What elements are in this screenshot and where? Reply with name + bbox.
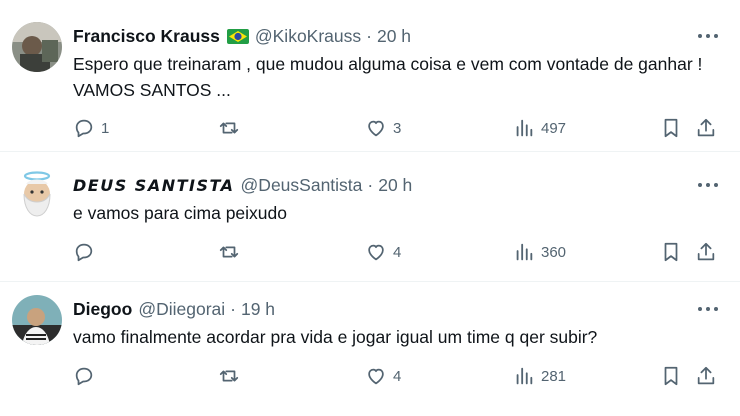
like-count: 4 — [393, 243, 402, 261]
like-button[interactable]: 4 — [365, 365, 401, 387]
like-count: 3 — [393, 119, 402, 137]
tweet-actions: 4 281 — [73, 365, 728, 389]
separator: · — [366, 26, 372, 46]
avatar[interactable] — [12, 170, 62, 220]
heart-icon — [368, 368, 384, 385]
share-icon — [697, 366, 715, 385]
tweet-header: DEUS SANTISTA @DeusSantista · 20 h — [73, 175, 412, 196]
like-button[interactable]: 4 — [365, 241, 401, 263]
separator: · — [367, 175, 374, 195]
tweet-header: Francisco Krauss @KikoKrauss · 20 h — [73, 26, 411, 47]
like-count: 4 — [393, 367, 402, 385]
author-name[interactable]: Francisco Krauss — [73, 26, 220, 47]
views-icon — [516, 119, 533, 137]
reply-button[interactable] — [73, 241, 101, 263]
like-button[interactable]: 3 — [365, 117, 401, 139]
share-icon — [697, 118, 715, 137]
more-options-icon[interactable] — [698, 183, 720, 189]
retweet-icon — [219, 122, 239, 134]
avatar[interactable] — [12, 295, 62, 345]
timestamp[interactable]: 19 h — [241, 299, 275, 320]
bookmark-icon — [664, 242, 678, 262]
share-button[interactable] — [695, 117, 717, 144]
bookmark-button[interactable] — [660, 241, 682, 268]
timestamp[interactable]: 20 h — [377, 26, 411, 47]
bookmark-icon — [664, 118, 678, 138]
tweet-actions: 4 360 — [73, 241, 728, 265]
author-handle[interactable]: @Diiegorai — [138, 299, 225, 320]
tweet-actions: 1 3 497 — [73, 117, 728, 141]
reply-icon — [75, 367, 93, 386]
more-options-icon[interactable] — [698, 34, 720, 40]
tweet-1[interactable]: Francisco Krauss @KikoKrauss · 20 h Espe… — [0, 0, 740, 152]
retweet-button[interactable] — [218, 117, 246, 139]
retweet-button[interactable] — [218, 365, 246, 387]
author-name[interactable]: Diegoo — [73, 299, 132, 320]
tweet-2[interactable]: DEUS SANTISTA @DeusSantista · 20 h e vam… — [0, 152, 740, 282]
views-button[interactable]: 281 — [513, 365, 566, 387]
author-handle[interactable]: @KikoKrauss — [255, 26, 361, 47]
tweet-3[interactable]: Diegoo @Diiegorai · 19 h vamo finalmente… — [0, 282, 740, 416]
tweet-text: vamo finalmente acordar pra vida e jogar… — [73, 327, 598, 347]
views-icon — [516, 243, 533, 261]
reply-icon — [75, 119, 93, 138]
retweet-icon — [219, 370, 239, 382]
tweet-text: e vamos para cima peixudo — [73, 203, 287, 223]
views-button[interactable]: 360 — [513, 241, 566, 263]
bookmark-button[interactable] — [660, 365, 682, 392]
brazil-flag-icon — [226, 29, 249, 44]
reply-button[interactable] — [73, 365, 101, 387]
heart-icon — [368, 120, 384, 137]
author-handle[interactable]: @DeusSantista — [241, 175, 363, 196]
separator: · — [230, 299, 236, 319]
retweet-button[interactable] — [218, 241, 246, 263]
reply-count: 1 — [101, 119, 110, 137]
view-count: 497 — [541, 119, 567, 137]
retweet-icon — [219, 246, 239, 258]
share-icon — [697, 242, 715, 261]
share-button[interactable] — [695, 241, 717, 268]
avatar[interactable] — [12, 22, 62, 72]
share-button[interactable] — [695, 365, 717, 392]
bookmark-icon — [664, 366, 678, 386]
views-button[interactable]: 497 — [513, 117, 566, 139]
reply-button[interactable]: 1 — [73, 117, 109, 139]
tweet-text: Espero que treinaram , que mudou alguma … — [73, 54, 703, 100]
timestamp[interactable]: 20 h — [378, 175, 412, 196]
bookmark-button[interactable] — [660, 117, 682, 144]
tweet-header: Diegoo @Diiegorai · 19 h — [73, 299, 275, 320]
view-count: 281 — [541, 367, 567, 385]
reply-icon — [75, 243, 93, 262]
heart-icon — [368, 244, 384, 261]
views-icon — [516, 367, 533, 385]
more-options-icon[interactable] — [698, 307, 720, 313]
author-name[interactable]: DEUS SANTISTA — [73, 176, 235, 195]
view-count: 360 — [541, 243, 567, 261]
